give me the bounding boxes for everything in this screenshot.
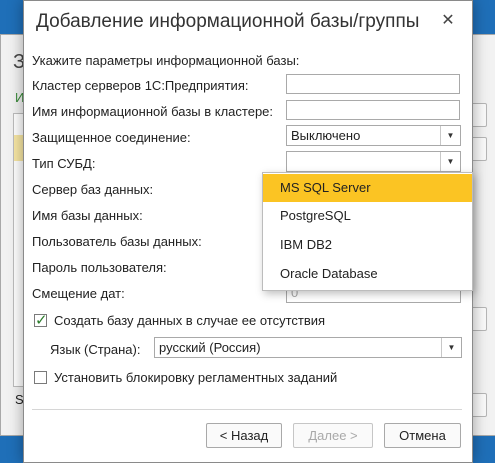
cluster-input[interactable]	[286, 74, 460, 94]
secure-connection-value: Выключено	[291, 128, 361, 143]
chevron-down-icon[interactable]: ▼	[440, 126, 460, 145]
dbms-label: Тип СУБД:	[32, 156, 96, 171]
ib-name-input[interactable]	[286, 100, 460, 120]
create-db-checkbox[interactable]: ✓	[34, 312, 48, 329]
dbms-option-oracle[interactable]: Oracle Database	[263, 260, 472, 288]
ib-name-label: Имя информационной базы в кластере:	[32, 104, 274, 119]
language-select[interactable]: русский (Россия) ▼	[154, 337, 462, 358]
checkmark-icon: ✓	[35, 312, 48, 329]
dbms-option-mssql[interactable]: MS SQL Server	[263, 174, 472, 202]
secure-connection-label: Защищенное соединение:	[32, 130, 191, 145]
language-value: русский (Россия)	[159, 340, 261, 355]
back-button[interactable]: < Назад	[206, 423, 282, 448]
cancel-button[interactable]: Отмена	[384, 423, 461, 448]
db-name-label: Имя базы данных:	[32, 208, 143, 223]
block-jobs-label[interactable]: Установить блокировку регламентных задан…	[54, 370, 337, 385]
chevron-down-icon[interactable]: ▼	[440, 152, 460, 171]
block-jobs-checkbox[interactable]	[34, 371, 47, 384]
close-icon[interactable]: ✕	[438, 11, 458, 31]
db-password-label: Пароль пользователя:	[32, 260, 167, 275]
create-db-label[interactable]: Создать базу данных в случае ее отсутств…	[54, 313, 325, 328]
date-offset-label: Смещение дат:	[32, 286, 125, 301]
dialog-title: Добавление информационной базы/группы	[36, 11, 420, 32]
secure-connection-select[interactable]: Выключено ▼	[286, 125, 461, 146]
dbms-dropdown-list: MS SQL Server PostgreSQL IBM DB2 Oracle …	[262, 172, 473, 291]
chevron-down-icon[interactable]: ▼	[441, 338, 461, 357]
dbms-option-postgresql[interactable]: PostgreSQL	[263, 202, 472, 230]
db-user-label: Пользователь базы данных:	[32, 234, 202, 249]
language-label: Язык (Страна):	[50, 342, 141, 357]
footer-divider	[32, 409, 462, 410]
cluster-label: Кластер серверов 1С:Предприятия:	[32, 78, 249, 93]
db-server-label: Сервер баз данных:	[32, 182, 154, 197]
dbms-option-ibm-db2[interactable]: IBM DB2	[263, 231, 472, 259]
parameters-hint: Укажите параметры информационной базы:	[32, 53, 300, 68]
next-button[interactable]: Далее >	[293, 423, 373, 448]
dbms-select[interactable]: ▼	[286, 151, 461, 172]
